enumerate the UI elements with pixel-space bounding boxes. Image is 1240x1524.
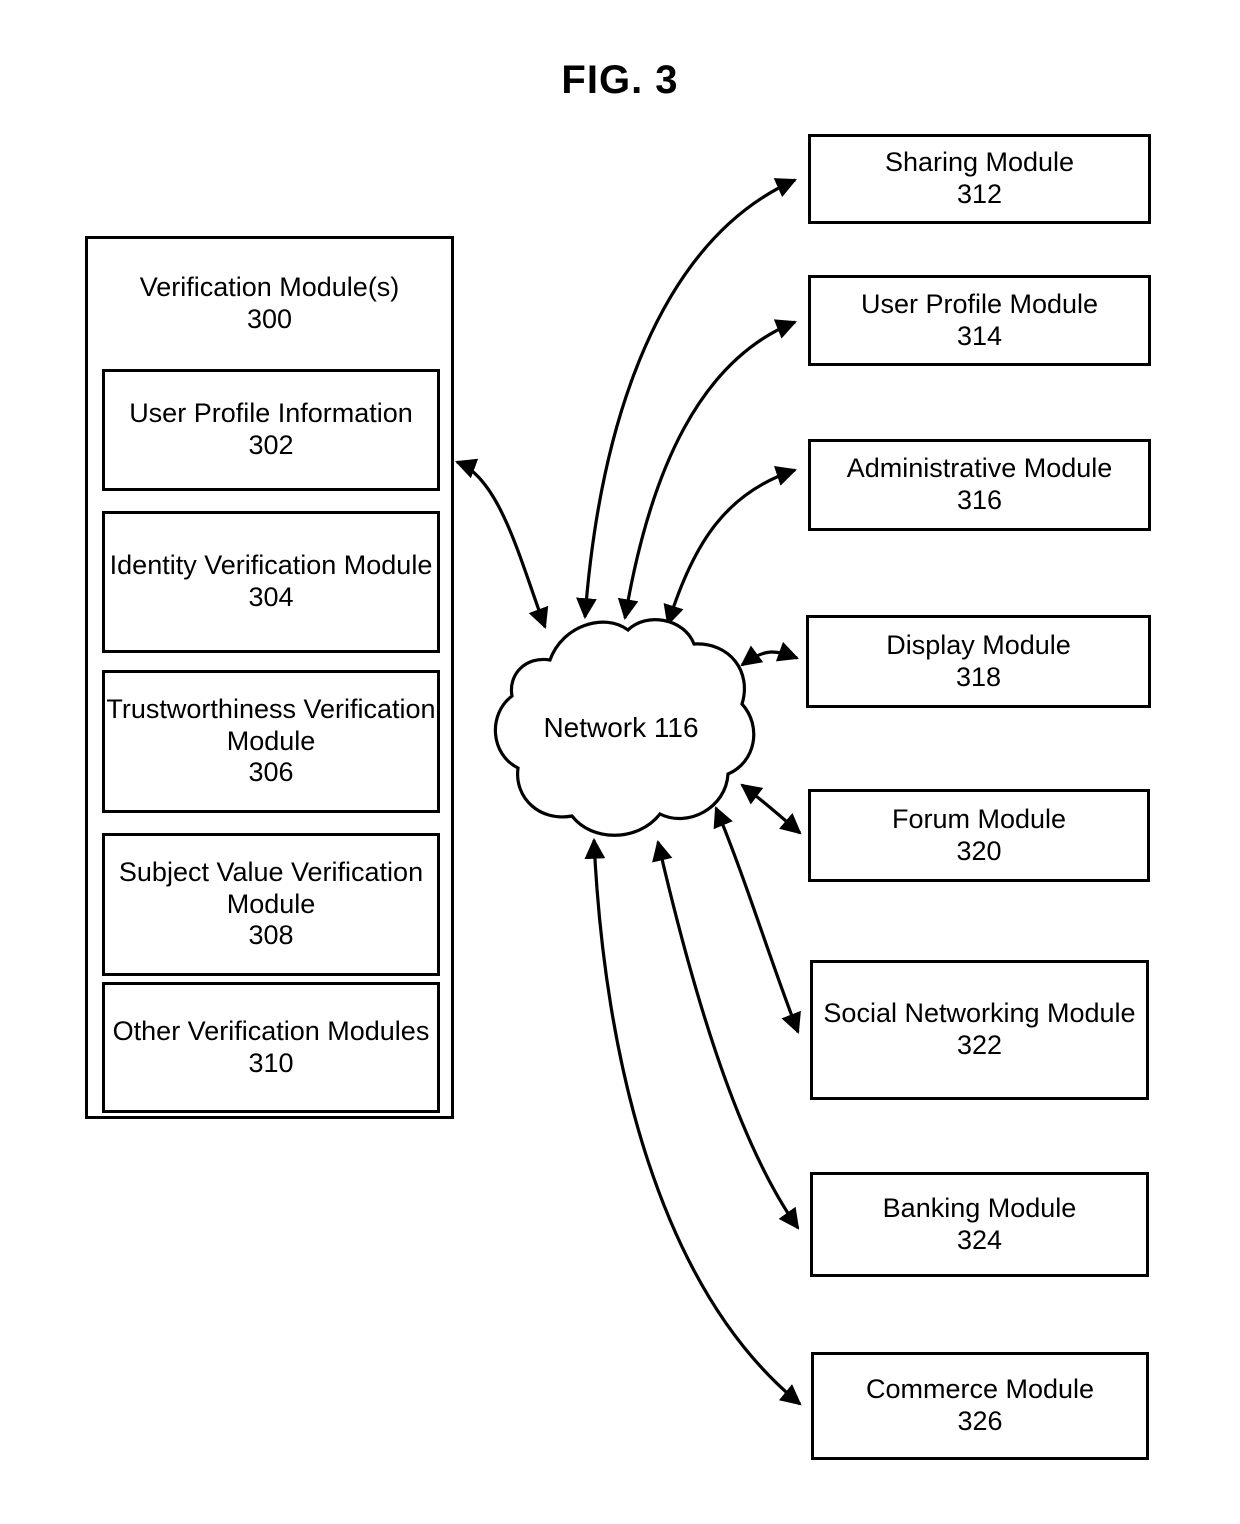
module-number: 316	[956, 485, 1003, 515]
module-label: Identity Verification Module	[109, 550, 433, 581]
arrow-verification-network	[455, 458, 549, 629]
module-box-commerce[interactable]: Commerce Module 326	[811, 1352, 1149, 1460]
module-number: 324	[956, 1224, 1003, 1255]
module-number: 322	[956, 1030, 1003, 1060]
module-label: Trustworthiness Verification Module	[106, 693, 436, 756]
module-label: Other Verification Modules	[112, 1015, 430, 1046]
arrow-network-user-profile	[617, 319, 797, 621]
module-number: 326	[957, 1406, 1003, 1436]
figure-page: FIG. 3 Verification Module(s) 300 User P…	[0, 0, 1240, 1524]
module-box-display[interactable]: Display Module 318	[806, 615, 1151, 708]
module-number: 302	[248, 430, 294, 460]
module-number: 314	[956, 320, 1003, 351]
verification-modules-container: Verification Module(s) 300 User Profile …	[85, 236, 454, 1119]
module-box-other-verification[interactable]: Other Verification Modules 310	[102, 982, 440, 1113]
module-box-user-profile[interactable]: User Profile Module 314	[808, 275, 1151, 366]
network-cloud[interactable]: Network 116	[478, 608, 764, 848]
arrow-network-banking	[652, 839, 800, 1230]
module-label: Commerce Module	[865, 1374, 1095, 1405]
module-label: Subject Value Verification Module	[118, 856, 424, 919]
verification-container-number: 300	[246, 304, 293, 335]
module-label: User Profile Information	[129, 398, 413, 429]
module-label: Banking Module	[882, 1192, 1077, 1223]
module-label: Administrative Module	[846, 453, 1113, 484]
module-box-subject-value-verification[interactable]: Subject Value Verification Module 308	[102, 833, 440, 976]
module-box-identity-verification[interactable]: Identity Verification Module 304	[102, 511, 440, 653]
module-box-social-networking[interactable]: Social Networking Module 322	[810, 960, 1149, 1100]
module-box-banking[interactable]: Banking Module 324	[810, 1172, 1149, 1277]
module-label: Forum Module	[891, 803, 1067, 834]
module-box-administrative[interactable]: Administrative Module 316	[808, 439, 1151, 531]
module-number: 304	[248, 582, 294, 612]
figure-title: FIG. 3	[561, 58, 679, 102]
arrow-network-sharing	[576, 178, 797, 620]
module-label: Sharing Module	[884, 147, 1075, 178]
module-number: 308	[248, 920, 294, 951]
module-number: 312	[956, 179, 1003, 209]
module-number: 320	[956, 835, 1002, 866]
verification-container-label: Verification Module(s)	[139, 272, 400, 302]
cloud-shape	[493, 618, 756, 837]
module-label: Display Module	[886, 629, 1071, 660]
module-label: Social Networking Module	[823, 998, 1136, 1029]
module-label: User Profile Module	[860, 288, 1099, 319]
arrow-network-administrative	[663, 465, 797, 626]
module-box-user-profile-information[interactable]: User Profile Information 302	[102, 369, 440, 491]
arrow-network-commerce	[584, 837, 802, 1406]
module-box-forum[interactable]: Forum Module 320	[808, 789, 1150, 882]
module-box-trustworthiness-verification[interactable]: Trustworthiness Verification Module 306	[102, 670, 440, 813]
module-number: 310	[248, 1047, 294, 1078]
module-number: 318	[955, 661, 1002, 692]
module-number: 306	[248, 757, 294, 788]
verification-container-title: Verification Module(s) 300	[88, 271, 451, 336]
module-box-sharing[interactable]: Sharing Module 312	[808, 134, 1151, 224]
